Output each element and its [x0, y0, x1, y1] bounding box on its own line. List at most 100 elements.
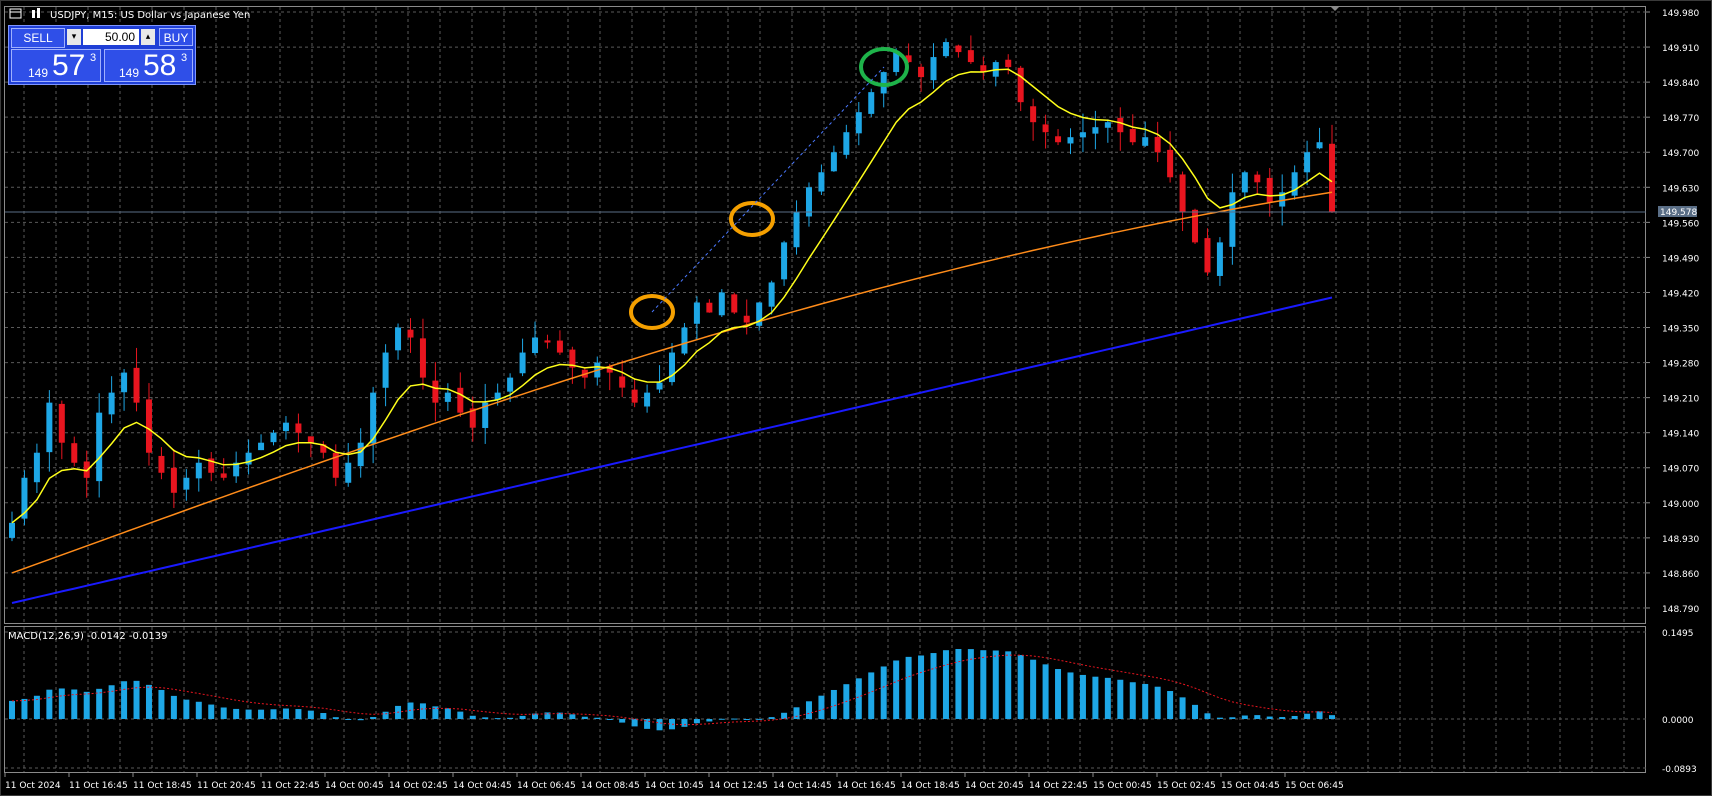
price-tick-label: 149.070: [1662, 465, 1699, 475]
macd-bar: [1329, 715, 1335, 719]
macd-bar: [170, 695, 177, 719]
candle-type-icon-bar: [37, 8, 40, 18]
candle-body: [830, 152, 837, 172]
macd-bar: [868, 672, 875, 719]
macd-bar: [220, 707, 227, 719]
macd-bar: [58, 688, 65, 719]
candle-body: [1017, 67, 1024, 103]
macd-label: MACD(12,26,9) -0.0142 -0.0139: [8, 631, 168, 642]
candle-body: [1117, 117, 1124, 133]
macd-bar: [955, 649, 962, 719]
candle-body: [855, 112, 862, 134]
macd-bar: [930, 653, 937, 719]
macd-bar: [158, 689, 165, 719]
macd-bar: [133, 680, 140, 719]
buy-button[interactable]: BUY: [159, 28, 193, 46]
lot-decrease-button[interactable]: ▾: [67, 29, 81, 45]
macd-bar: [494, 718, 501, 720]
price-tick-label: 149.840: [1662, 79, 1699, 89]
macd-bar: [1055, 669, 1062, 719]
macd-bar: [893, 660, 900, 719]
buy-price-big-figure: 149: [119, 66, 140, 80]
price-tick-label: 149.140: [1662, 430, 1699, 440]
candle-body: [706, 302, 713, 313]
lot-size-input[interactable]: 50.00: [83, 29, 139, 45]
macd-bar: [1067, 672, 1074, 719]
macd-bar: [731, 718, 738, 720]
macd-bar: [1192, 704, 1199, 719]
macd-bar: [21, 698, 28, 719]
macd-bar: [1241, 715, 1248, 719]
time-tick-label: 14 Oct 02:45: [389, 781, 448, 791]
candle-body: [170, 467, 177, 493]
macd-bar: [320, 713, 327, 719]
chart-canvas[interactable]: USDJPY, M15: US Dollar vs Japanese Yen 1…: [0, 0, 1712, 796]
macd-bar: [270, 709, 277, 719]
macd-bar: [46, 689, 53, 719]
macd-bar: [419, 703, 426, 719]
macd-bar: [357, 719, 364, 721]
macd-bar: [1279, 717, 1286, 719]
candle-body: [942, 42, 949, 57]
macd-bar: [1154, 686, 1161, 719]
macd-bar: [121, 681, 128, 719]
macd-bar: [880, 666, 887, 719]
candle-body: [1254, 174, 1261, 183]
macd-bar: [1291, 715, 1298, 719]
time-tick-label: 15 Oct 00:45: [1093, 781, 1152, 791]
price-tick-label: 148.790: [1662, 605, 1699, 615]
macd-bar: [1104, 677, 1111, 719]
macd-bar: [1316, 711, 1323, 719]
candle-body: [1192, 209, 1199, 243]
buy-price-box[interactable]: 149 58 3: [104, 49, 193, 82]
sell-button[interactable]: SELL: [11, 28, 65, 48]
candle-body: [9, 522, 15, 538]
macd-bar: [905, 656, 912, 719]
candle-body: [58, 403, 65, 443]
macd-bar: [1266, 716, 1273, 719]
price-tick-label: 149.700: [1662, 149, 1699, 159]
candle-body: [1179, 174, 1186, 213]
candle-body: [768, 282, 775, 307]
macd-bar: [282, 708, 289, 719]
macd-bar: [1017, 655, 1024, 719]
macd-bar: [942, 650, 949, 719]
candle-body: [258, 442, 265, 451]
candle-body: [544, 340, 551, 343]
candle-body: [1030, 106, 1037, 123]
candle-body: [195, 462, 202, 479]
macd-bar: [631, 719, 638, 727]
time-tick-label: 15 Oct 06:45: [1285, 781, 1344, 791]
candle-body: [532, 337, 539, 354]
time-tick-label: 11 Oct 18:45: [133, 781, 192, 791]
lot-increase-button[interactable]: ▴: [141, 29, 155, 45]
macd-bar: [1129, 682, 1136, 719]
sell-price-fraction: 3: [90, 52, 97, 64]
price-tick-label: 149.280: [1662, 360, 1699, 370]
macd-bar: [1229, 717, 1236, 719]
macd-bar: [1030, 659, 1037, 719]
macd-bar: [507, 717, 514, 719]
time-tick-label: 14 Oct 22:45: [1029, 781, 1088, 791]
candle-body: [108, 392, 115, 415]
time-tick-label: 14 Oct 04:45: [453, 781, 512, 791]
buy-price-fraction: 3: [181, 52, 188, 64]
sell-price-big-figure: 149: [28, 66, 49, 80]
time-tick-label: 14 Oct 00:45: [325, 781, 384, 791]
candle-type-icon[interactable]: [32, 10, 35, 18]
macd-bar: [9, 700, 15, 719]
time-tick-label: 11 Oct 2024: [5, 781, 61, 791]
candle-body: [781, 242, 788, 280]
macd-bar: [457, 711, 464, 719]
macd-bar: [1204, 713, 1211, 719]
sell-price-box[interactable]: 149 57 3: [11, 49, 101, 82]
candle-body: [556, 340, 563, 353]
macd-bar: [345, 719, 352, 720]
candle-body: [1204, 238, 1211, 273]
time-tick-label: 15 Oct 02:45: [1157, 781, 1216, 791]
candle-body: [407, 329, 414, 338]
macd-bar: [743, 719, 750, 720]
candle-body: [880, 72, 887, 94]
time-tick-label: 14 Oct 12:45: [709, 781, 768, 791]
macd-bar: [307, 710, 314, 719]
